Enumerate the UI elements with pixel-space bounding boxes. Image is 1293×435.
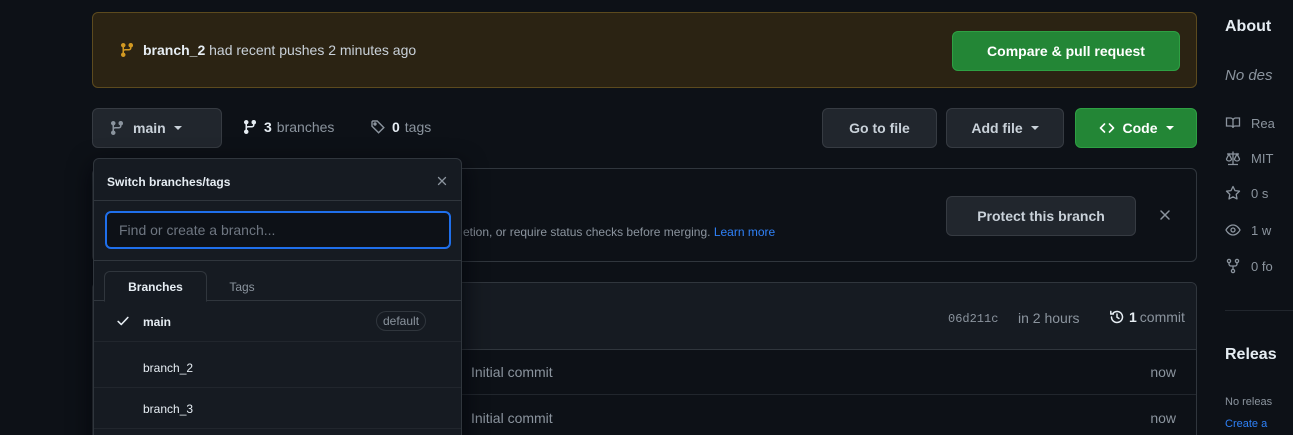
commit-count-link[interactable]: 1 commit [1109,309,1185,325]
switch-branches-dropdown: Switch branches/tags Branches Tags main … [93,158,462,435]
branch-count: 3 [264,119,272,135]
create-release-link[interactable]: Create a [1225,418,1267,430]
eye-icon [1225,222,1241,238]
close-icon[interactable] [1157,207,1173,223]
about-sidebar: About No des Rea MIT 0 s 1 w 0 fo Releas… [1215,0,1293,435]
repo-page: branch_2 had recent pushes 2 minutes ago… [0,0,1293,435]
license-link[interactable]: MIT [1225,150,1273,166]
tab-tags[interactable]: Tags [212,271,272,302]
branches-link[interactable]: 3 branches [242,119,334,135]
dropdown-header: Switch branches/tags [94,159,461,201]
code-brackets-icon [1099,120,1115,136]
code-label: Code [1122,120,1158,136]
file-commit-age: now [1150,364,1176,380]
book-icon [1225,115,1241,131]
releases-heading[interactable]: Releas [1225,346,1277,364]
protection-text: etion, or require status checks before m… [463,225,711,239]
file-commit-message[interactable]: Initial commit [471,410,553,426]
no-releases-text: No releas [1225,396,1273,408]
add-file-label: Add file [971,120,1023,136]
forks-link[interactable]: 0 fo [1225,258,1273,274]
push-banner-message: had recent pushes 2 minutes ago [209,42,417,58]
license-label: MIT [1251,150,1274,166]
branch-filter-section [94,201,461,261]
compare-pull-request-button[interactable]: Compare & pull request [952,31,1180,71]
scale-icon [1225,150,1241,166]
stars-label: 0 s [1251,185,1269,201]
git-branch-icon [119,42,135,58]
default-badge: default [376,311,427,331]
sidebar-divider [1225,310,1293,311]
dropdown-tabs: Branches Tags [94,261,461,302]
commit-count-label: commit [1139,309,1185,325]
branch-item-label: main [143,315,172,329]
tags-label: tags [404,119,432,135]
pushed-branch-name[interactable]: branch_2 [143,42,205,58]
caret-down-icon [173,126,182,130]
protect-branch-button[interactable]: Protect this branch [946,196,1136,236]
watchers-label: 1 w [1251,222,1272,238]
tag-count: 0 [392,119,400,135]
fork-icon [1225,258,1241,274]
caret-down-icon [1165,126,1174,130]
code-button[interactable]: Code [1075,108,1197,148]
branch-item-label: branch_3 [143,402,194,416]
about-description: No des [1225,67,1273,84]
history-icon [1109,309,1125,325]
current-branch-label: main [133,120,166,136]
watchers-link[interactable]: 1 w [1225,222,1271,238]
commit-sha[interactable]: 06d211c [948,312,998,326]
commit-count: 1 [1129,309,1137,325]
push-banner-text: branch_2 had recent pushes 2 minutes ago [143,42,416,58]
tags-link[interactable]: 0 tags [370,119,431,135]
stars-link[interactable]: 0 s [1225,185,1268,201]
branch-select-button[interactable]: main [92,108,222,148]
branch-item-branch-2[interactable]: branch_2 [94,347,461,388]
git-branch-icon [242,119,258,135]
branch-item-main[interactable]: main default [94,301,461,342]
star-icon [1225,185,1241,201]
branch-item-branch-3[interactable]: branch_3 [94,388,461,429]
about-heading: About [1225,18,1272,35]
tag-icon [370,119,386,135]
readme-label: Rea [1251,115,1275,131]
go-to-file-button[interactable]: Go to file [822,108,937,148]
check-icon [116,314,130,328]
commit-time: in 2 hours [1018,310,1080,326]
protection-description: etion, or require status checks before m… [463,225,775,239]
recent-push-banner: branch_2 had recent pushes 2 minutes ago… [92,12,1197,88]
tab-branches[interactable]: Branches [104,271,207,302]
add-file-button[interactable]: Add file [946,108,1064,148]
close-icon[interactable] [435,174,449,188]
readme-link[interactable]: Rea [1225,115,1275,131]
git-branch-icon [109,120,125,136]
file-commit-message[interactable]: Initial commit [471,364,553,380]
branches-label: branches [276,119,335,135]
learn-more-link[interactable]: Learn more [714,225,775,239]
file-commit-age: now [1150,410,1176,426]
branch-filter-input[interactable] [105,211,451,249]
caret-down-icon [1030,126,1039,130]
dropdown-title: Switch branches/tags [107,175,231,189]
branch-item-label: branch_2 [143,361,194,375]
forks-label: 0 fo [1251,258,1273,274]
